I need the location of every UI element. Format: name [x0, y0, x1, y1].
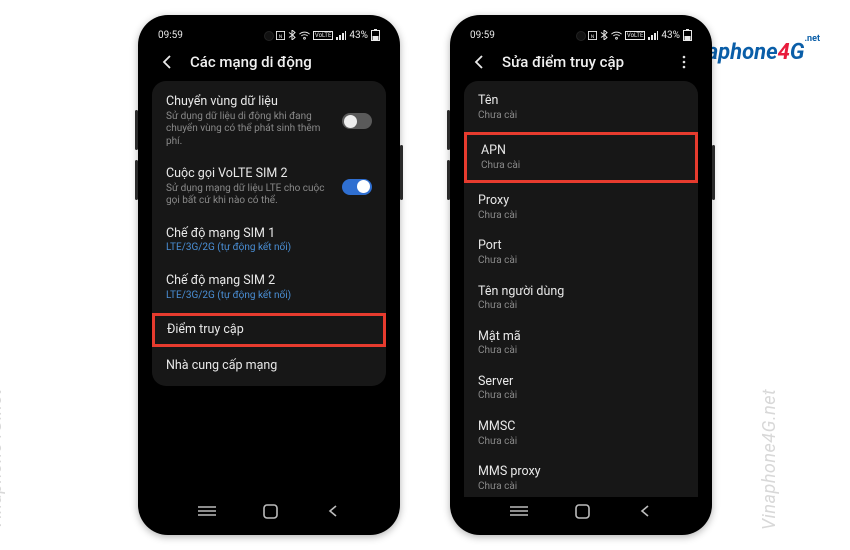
volume-up-button[interactable]	[447, 110, 450, 150]
field-value: Chưa cài	[478, 436, 684, 449]
field-label: MMSC	[478, 419, 684, 435]
setting-sub: Sử dụng dữ liệu di động khi đang chuyển …	[166, 111, 332, 149]
svg-text:N: N	[279, 33, 282, 39]
settings-card: Chuyển vùng dữ liệu Sử dụng dữ liệu di đ…	[152, 81, 386, 386]
setting-label: Điểm truy cập	[167, 322, 371, 338]
field-port[interactable]: Port Chưa cài	[464, 230, 698, 275]
signal-icon	[336, 31, 346, 40]
bluetooth-icon	[288, 30, 296, 40]
field-name[interactable]: Tên Chưa cài	[464, 85, 698, 130]
field-server[interactable]: Server Chưa cài	[464, 366, 698, 411]
field-label: Mật mã	[478, 329, 684, 345]
nav-recent-icon[interactable]	[510, 505, 528, 517]
field-value: Chưa cài	[478, 481, 684, 494]
status-time: 09:59	[470, 30, 495, 41]
nav-back-icon[interactable]	[326, 504, 340, 518]
setting-label: Chuyển vùng dữ liệu	[166, 94, 332, 110]
camera-hole-icon	[576, 31, 586, 41]
field-label: Server	[478, 374, 684, 390]
phone-container: 09:59 N VoLTE 43% Các mạng di động	[0, 0, 850, 535]
field-label: Tên	[478, 93, 684, 109]
field-apn[interactable]: APN Chưa cài	[464, 132, 698, 183]
toggle-roaming[interactable]	[342, 113, 372, 129]
field-value: Chưa cài	[478, 300, 684, 313]
svg-text:N: N	[591, 33, 594, 39]
battery-icon	[683, 29, 692, 41]
field-label: Proxy	[478, 193, 684, 209]
field-label: MMS proxy	[478, 464, 684, 480]
battery-percent: 43%	[349, 30, 368, 41]
status-icons: N VoLTE 43%	[276, 29, 380, 41]
status-time: 09:59	[158, 30, 183, 41]
toggle-volte[interactable]	[342, 179, 372, 195]
field-user[interactable]: Tên người dùng Chưa cài	[464, 276, 698, 321]
screen-left: 09:59 N VoLTE 43% Các mạng di động	[146, 23, 392, 529]
battery-percent: 43%	[661, 30, 680, 41]
setting-carrier[interactable]: Nhà cung cấp mạng	[152, 349, 386, 383]
setting-sim2[interactable]: Chế độ mạng SIM 2 LTE/3G/2G (tự động kết…	[152, 264, 386, 311]
setting-apn[interactable]: Điểm truy cập	[152, 313, 386, 347]
field-value: Chưa cài	[478, 390, 684, 403]
nav-back-icon[interactable]	[638, 504, 652, 518]
phone-right: 09:59 N VoLTE 43% Sửa điểm truy cập	[450, 15, 712, 535]
header: Sửa điểm truy cập	[458, 47, 704, 81]
wifi-icon	[299, 31, 310, 40]
camera-hole-icon	[264, 31, 274, 41]
nav-bar	[146, 497, 392, 529]
power-button[interactable]	[400, 145, 403, 200]
wifi-icon	[611, 31, 622, 40]
field-label: APN	[481, 143, 681, 159]
nav-bar	[458, 497, 704, 529]
volume-up-button[interactable]	[135, 110, 138, 150]
page-title: Các mạng di động	[190, 53, 380, 71]
back-icon[interactable]	[158, 53, 176, 71]
bluetooth-icon	[600, 30, 608, 40]
nav-home-icon[interactable]	[263, 504, 278, 519]
signal-icon	[648, 31, 658, 40]
setting-sub: Sử dụng mạng dữ liệu LTE cho cuộc gọi bấ…	[166, 183, 332, 208]
field-value: Chưa cài	[478, 255, 684, 268]
page-title: Sửa điểm truy cập	[502, 53, 662, 71]
nfc-icon: N	[276, 31, 285, 40]
screen-right: 09:59 N VoLTE 43% Sửa điểm truy cập	[458, 23, 704, 529]
back-icon[interactable]	[470, 53, 488, 71]
field-proxy[interactable]: Proxy Chưa cài	[464, 185, 698, 230]
nfc-icon: N	[588, 31, 597, 40]
field-label: Port	[478, 238, 684, 254]
battery-icon	[371, 29, 380, 41]
field-mmsproxy[interactable]: MMS proxy Chưa cài	[464, 456, 698, 497]
nav-recent-icon[interactable]	[198, 505, 216, 517]
nav-home-icon[interactable]	[575, 504, 590, 519]
volte-icon: VoLTE	[313, 31, 334, 40]
phone-left: 09:59 N VoLTE 43% Các mạng di động	[138, 15, 400, 535]
field-mmsc[interactable]: MMSC Chưa cài	[464, 411, 698, 456]
field-password[interactable]: Mật mã Chưa cài	[464, 321, 698, 366]
field-value: Chưa cài	[478, 345, 684, 358]
setting-sim1[interactable]: Chế độ mạng SIM 1 LTE/3G/2G (tự động kết…	[152, 217, 386, 264]
setting-roaming[interactable]: Chuyển vùng dữ liệu Sử dụng dữ liệu di đ…	[152, 85, 386, 157]
volume-down-button[interactable]	[135, 160, 138, 200]
setting-label: Cuộc gọi VoLTE SIM 2	[166, 166, 332, 182]
setting-volte[interactable]: Cuộc gọi VoLTE SIM 2 Sử dụng mạng dữ liệ…	[152, 157, 386, 217]
more-icon[interactable]	[676, 54, 692, 70]
setting-sub: LTE/3G/2G (tự động kết nối)	[166, 242, 372, 255]
setting-label: Chế độ mạng SIM 1	[166, 226, 372, 242]
field-label: Tên người dùng	[478, 284, 684, 300]
volume-down-button[interactable]	[447, 160, 450, 200]
field-value: Chưa cài	[481, 160, 681, 173]
setting-label: Chế độ mạng SIM 2	[166, 273, 372, 289]
field-value: Chưa cài	[478, 110, 684, 123]
volte-icon: VoLTE	[625, 31, 646, 40]
field-value: Chưa cài	[478, 210, 684, 223]
apn-fields-card: Tên Chưa cài APN Chưa cài Proxy Ch	[464, 81, 698, 497]
setting-sub: LTE/3G/2G (tự động kết nối)	[166, 290, 372, 303]
status-icons: N VoLTE 43%	[588, 29, 692, 41]
setting-label: Nhà cung cấp mạng	[166, 358, 372, 374]
power-button[interactable]	[712, 145, 715, 200]
watermark-right: Vinaphone4G.net	[759, 389, 780, 530]
watermark-left: Vinaphone4G.net	[0, 389, 6, 530]
header: Các mạng di động	[146, 47, 392, 81]
